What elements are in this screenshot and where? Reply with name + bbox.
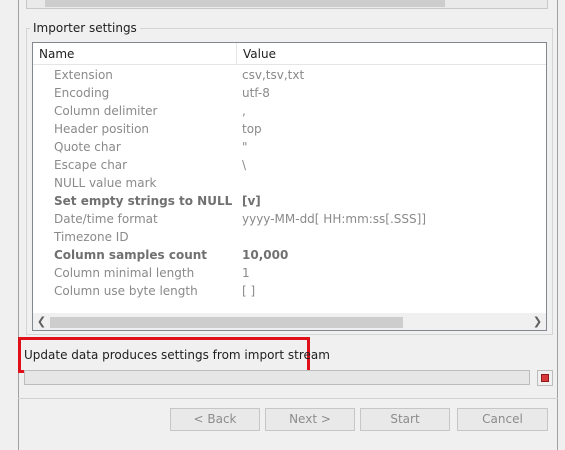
- row-name: Set empty strings to NULL: [54, 194, 233, 208]
- row-value[interactable]: [v]: [242, 192, 261, 210]
- row-name: Column samples count: [54, 248, 208, 262]
- table-row[interactable]: Timezone ID: [33, 228, 546, 246]
- start-button[interactable]: Start: [360, 408, 450, 431]
- row-name: Encoding: [54, 86, 110, 100]
- back-button[interactable]: < Back: [170, 408, 260, 431]
- table-row[interactable]: Column use byte length [ ]: [33, 282, 546, 300]
- row-value[interactable]: \: [242, 156, 246, 174]
- chevron-left-icon[interactable]: ❮: [33, 314, 50, 330]
- row-value[interactable]: ": [242, 138, 248, 156]
- row-value[interactable]: utf-8: [242, 84, 270, 102]
- next-button[interactable]: Next >: [265, 408, 355, 431]
- table-row[interactable]: NULL value mark: [33, 174, 546, 192]
- top-horizontal-scrollbar[interactable]: [26, 0, 548, 9]
- row-name: Column delimiter: [54, 104, 158, 118]
- row-name: Date/time format: [54, 212, 158, 226]
- row-value[interactable]: top: [242, 120, 262, 138]
- button-separator: [18, 398, 558, 399]
- table-row[interactable]: Quote char ": [33, 138, 546, 156]
- row-name: Column minimal length: [54, 266, 195, 280]
- top-scrollbar-thumb[interactable]: [45, 0, 445, 7]
- table-row[interactable]: Encoding utf-8: [33, 84, 546, 102]
- chevron-right-icon[interactable]: ❯: [529, 314, 546, 330]
- row-name: Quote char: [54, 140, 121, 154]
- table-row[interactable]: Column delimiter,: [33, 102, 546, 120]
- table-row[interactable]: Header position top: [33, 120, 546, 138]
- row-name: Header position: [54, 122, 150, 136]
- cancel-button[interactable]: Cancel: [457, 408, 548, 431]
- row-value[interactable]: ,: [242, 102, 246, 120]
- stop-icon: [541, 374, 549, 382]
- importer-settings-title: Importer settings: [30, 21, 140, 35]
- status-label: Update data produces settings from impor…: [24, 348, 330, 362]
- row-name: Timezone ID: [54, 230, 129, 244]
- table-row[interactable]: Column minimal length 1: [33, 264, 546, 282]
- row-value[interactable]: [ ]: [242, 282, 255, 300]
- row-name: NULL value mark: [54, 176, 157, 190]
- column-header-value[interactable]: Value: [237, 43, 546, 65]
- row-name: Extension: [54, 68, 113, 82]
- row-value[interactable]: 1: [242, 264, 250, 282]
- row-value[interactable]: 10,000: [242, 246, 288, 264]
- table-row[interactable]: Column samples count 10,000: [33, 246, 546, 264]
- row-value[interactable]: csv,tsv,txt: [242, 66, 304, 84]
- table-row[interactable]: Set empty strings to NULL [v]: [33, 192, 546, 210]
- table-row[interactable]: Escape char \: [33, 156, 546, 174]
- column-header-name[interactable]: Name: [33, 43, 237, 65]
- table-scrollbar-thumb[interactable]: [50, 317, 403, 328]
- table-row[interactable]: Extension csv,tsv,txt: [33, 66, 546, 84]
- row-name: Escape char: [54, 158, 128, 172]
- import-progress-bar: [24, 370, 530, 385]
- stop-button[interactable]: [537, 370, 553, 386]
- table-horizontal-scrollbar[interactable]: ❮ ❯: [33, 313, 546, 330]
- settings-table[interactable]: Name Value Extension csv,tsv,txt Encoding u…: [32, 42, 547, 331]
- row-value[interactable]: yyyy-MM-dd[ HH:mm:ss[.SSS]]: [242, 210, 426, 228]
- table-row[interactable]: Date/time format yyyy-MM-dd[ HH:mm:ss[.SS…: [33, 210, 546, 228]
- row-name: Column use byte length: [54, 284, 198, 298]
